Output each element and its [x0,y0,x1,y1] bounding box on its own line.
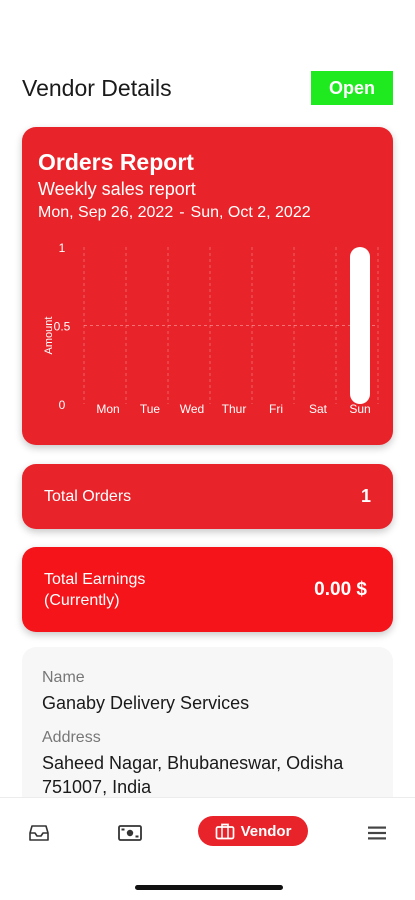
chart-xtick-label: Fri [269,402,283,416]
menu-icon [368,826,386,840]
chart-ytick-label: 0.5 [54,320,71,334]
total-earnings-label-line1: Total Earnings [44,570,146,588]
total-earnings-card[interactable]: Total Earnings (Currently) 0.00 $ [22,547,393,632]
range-start: Mon, Sep 26, 2022 [38,204,174,221]
range-separator: - [179,204,185,221]
header: Vendor Details Open [22,70,393,106]
orders-report-card: 1 0.5 0 Amount Mon Tue Wed Thur Fri Sat Sun Orders… [22,127,393,445]
briefcase-icon [215,823,234,840]
report-date-range: Mon, Sep 26, 2022 - Sun, Oct 2, 2022 [38,204,311,222]
report-title: Orders Report [38,149,194,175]
tab-vendor-label: Vendor [240,822,292,840]
tab-orders[interactable] [26,818,52,848]
home-indicator [135,885,283,890]
vendor-address-label: Address [42,729,101,746]
report-subtitle: Weekly sales report [38,179,196,199]
chart-bar [350,247,370,404]
chart-y-axis-title: Amount [43,317,55,355]
vendor-name-label: Name [42,669,85,686]
range-end: Sun, Oct 2, 2022 [190,204,311,221]
chart-xtick-label: Wed [180,402,204,416]
page-title: Vendor Details [22,74,172,101]
tab-vendor[interactable]: Vendor [198,816,308,846]
total-orders-label: Total Orders [44,488,132,505]
total-orders-value: 1 [360,486,371,506]
total-earnings-label: Total Earnings (Currently) [44,569,145,611]
chart-xtick-label: Tue [140,402,161,416]
total-orders-card[interactable]: Total Orders 1 [22,464,393,529]
chart-ytick-label: 0 [59,398,66,412]
cash-icon [118,825,142,841]
chart-ytick-label: 1 [59,241,66,255]
inbox-icon [29,825,49,841]
vendor-status-button[interactable]: Open [311,71,393,105]
vendor-name-value: Ganaby Delivery Services [42,693,250,713]
tab-earnings[interactable] [116,818,144,848]
chart-xtick-label: Sat [309,402,328,416]
chart-xtick-label: Sun [349,402,370,416]
chart-xtick-label: Thur [222,402,247,416]
total-earnings-label-line2: (Currently) [44,591,120,609]
chart-xtick-label: Mon [96,402,119,416]
total-earnings-value: 0.00 $ [314,578,367,600]
tab-menu[interactable] [366,818,388,848]
vendor-address-value: Saheed Nagar, Bhubaneswar, Odisha 751007… [42,753,344,797]
